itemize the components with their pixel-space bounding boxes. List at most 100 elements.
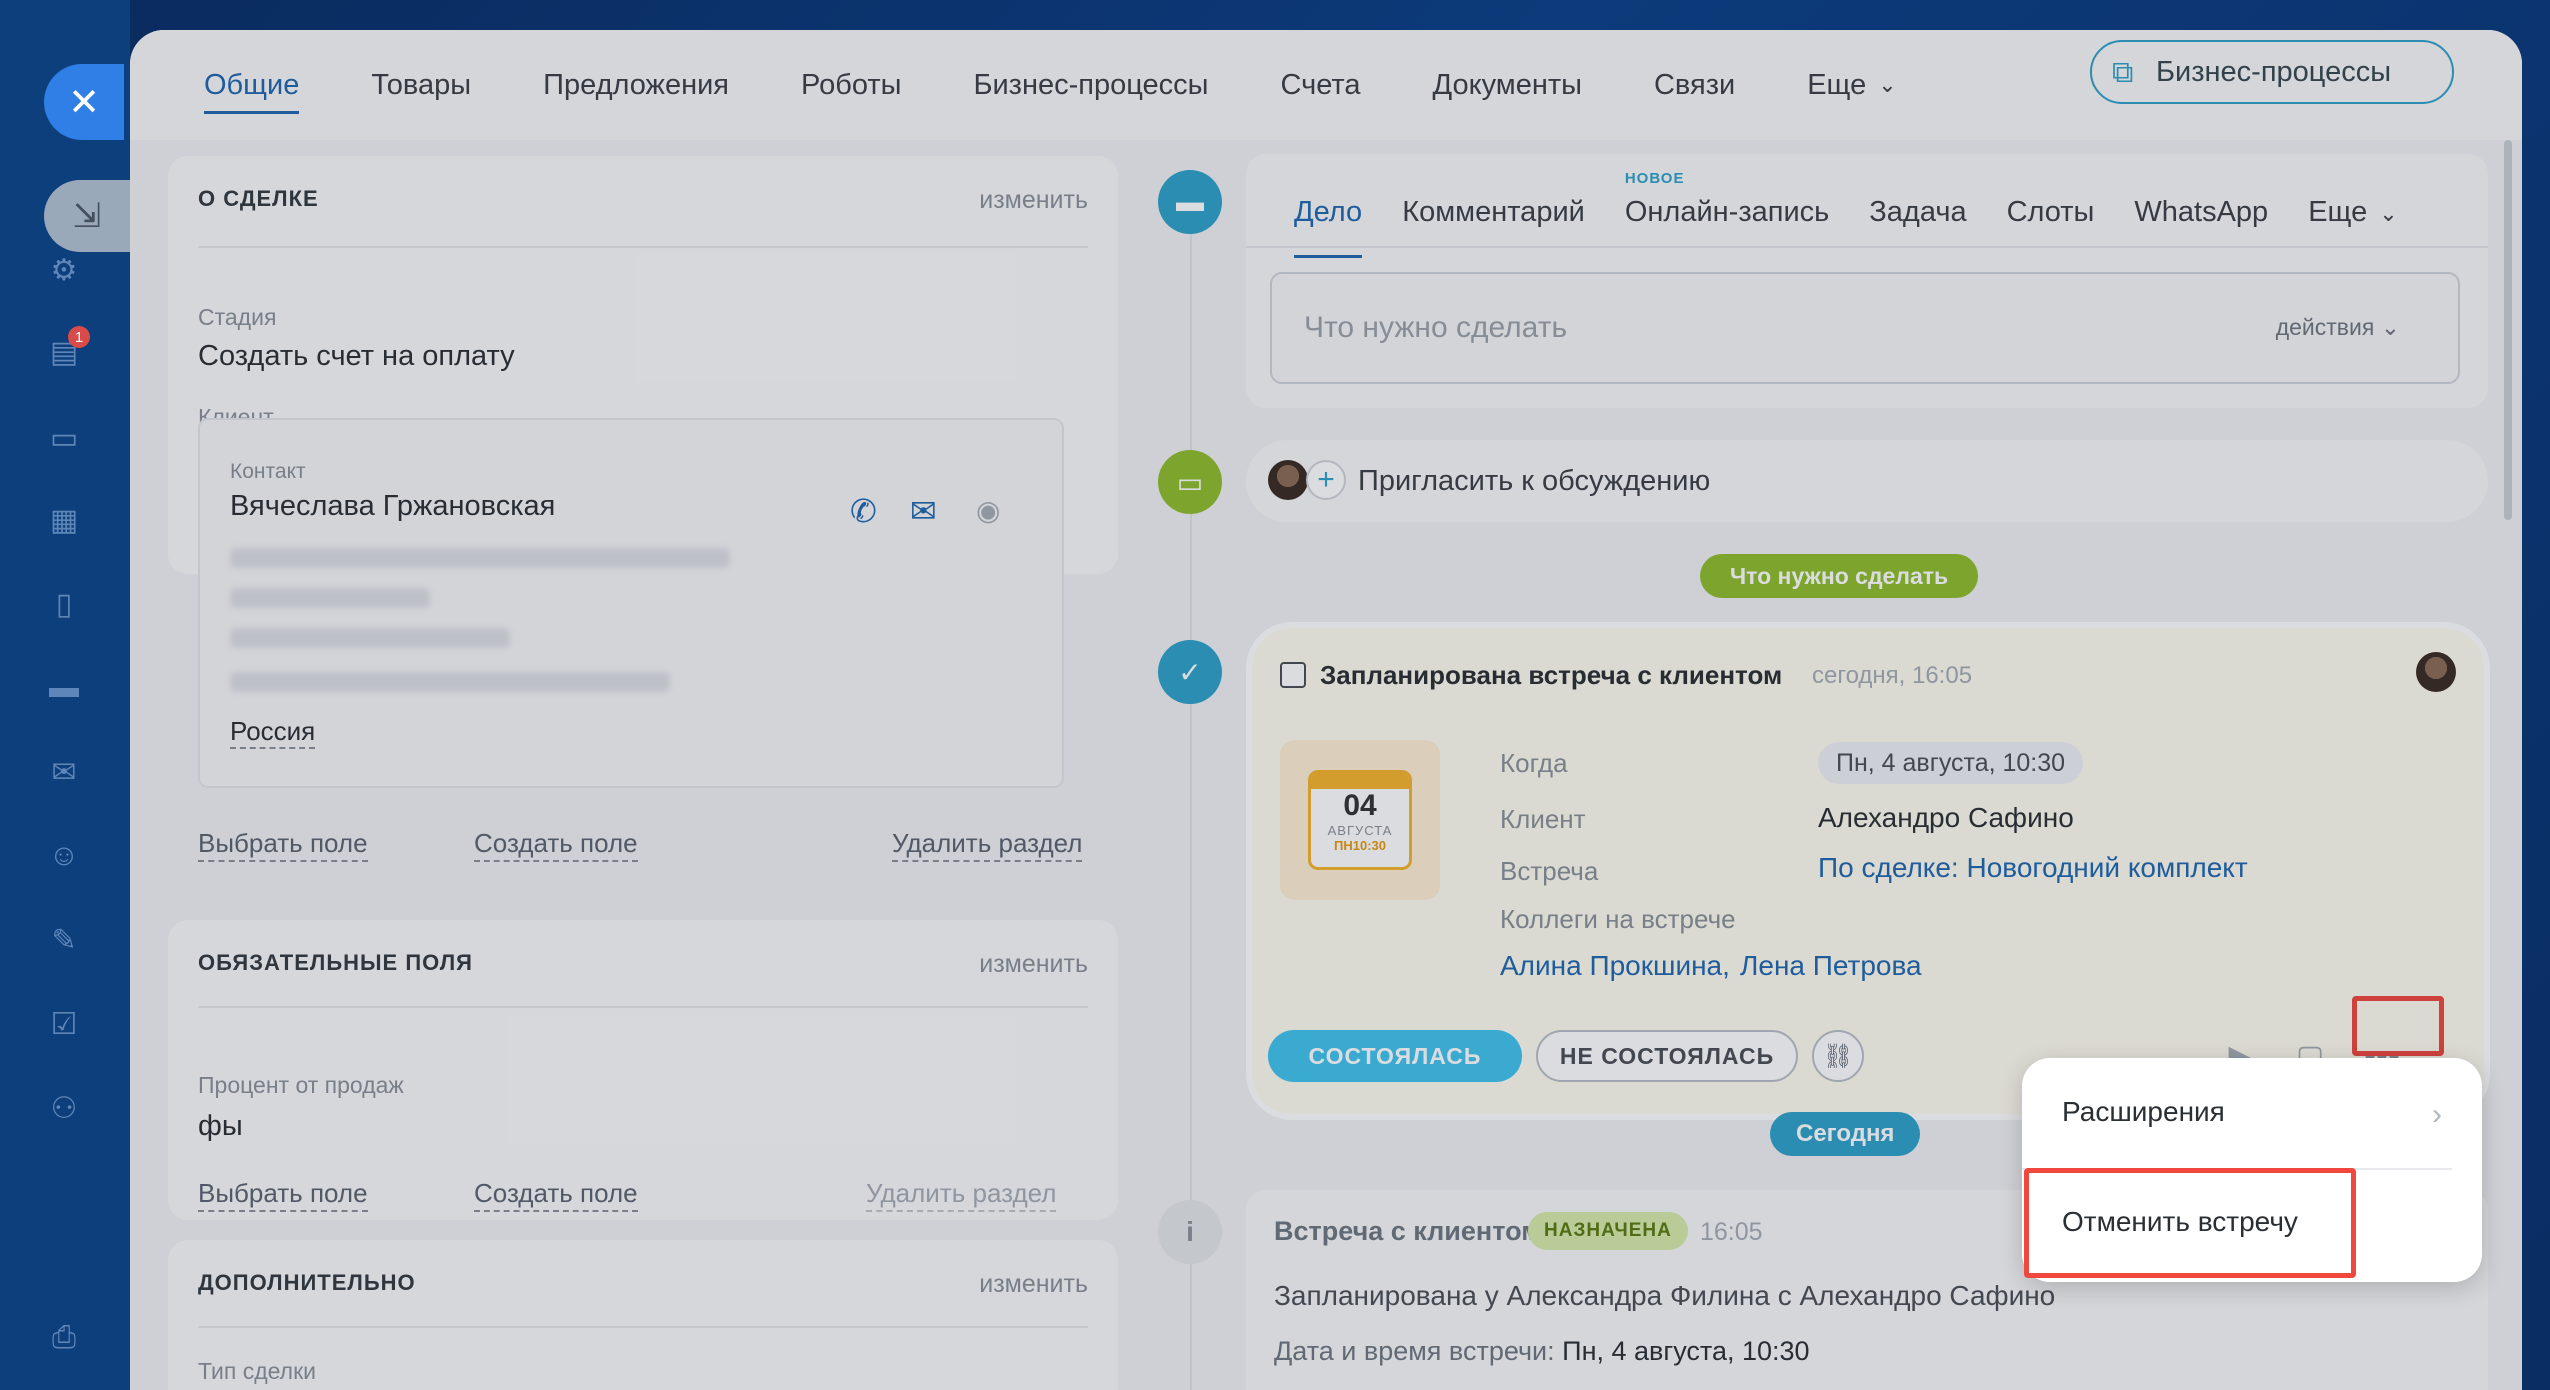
tab-online-booking[interactable]: НОВОЕ Онлайн-запись: [1624, 170, 1830, 258]
phone-icon[interactable]: ✆: [850, 492, 877, 530]
print-icon[interactable]: ⎙: [44, 1318, 84, 1358]
tab-more[interactable]: Еще ⌄: [1807, 30, 1896, 140]
message-icon[interactable]: ◉: [976, 494, 1000, 527]
address-line-blurred: [230, 672, 670, 692]
calendar-icon: 04 АВГУСТА ПН10:30: [1280, 740, 1440, 900]
tab-whatsapp[interactable]: WhatsApp: [2134, 196, 2268, 258]
address-label-blurred: [230, 588, 430, 608]
card-title: ДОПОЛНИТЕЛЬНО: [198, 1270, 416, 1295]
calendar-sheet: 04 АВГУСТА ПН10:30: [1308, 770, 1412, 870]
history-time: 16:05: [1700, 1218, 1763, 1246]
delete-section-link[interactable]: Удалить раздел: [866, 1178, 1057, 1212]
contact-details-blurred: [230, 548, 730, 568]
top-navigation: Общие Товары Предложения Роботы Бизнес-п…: [130, 30, 2522, 140]
tab-robots[interactable]: Роботы: [801, 30, 901, 140]
mail-icon[interactable]: ✉: [44, 752, 84, 792]
history-text: Запланирована у Александра Филина с Алех…: [1274, 1280, 2056, 1311]
meeting-not-done-button[interactable]: НЕ СОСТОЯЛАСЬ: [1536, 1030, 1798, 1082]
select-field-link[interactable]: Выбрать поле: [198, 1178, 368, 1212]
checklist-icon[interactable]: ☑: [44, 1004, 84, 1044]
delete-section-link[interactable]: Удалить раздел: [892, 828, 1083, 862]
invite-to-discussion[interactable]: + Пригласить к обсуждению: [1246, 440, 2488, 522]
calendar-day: 04: [1343, 789, 1377, 822]
meeting-deal-link[interactable]: По сделке: Новогодний комплект: [1818, 852, 2248, 884]
edit-link[interactable]: изменить: [979, 950, 1088, 979]
tab-more-label: Еще: [2308, 196, 2368, 228]
edit-link[interactable]: изменить: [979, 186, 1088, 215]
tab-documents[interactable]: Документы: [1432, 30, 1582, 140]
edit-link[interactable]: изменить: [979, 1270, 1088, 1299]
meeting-card: Запланирована встреча с клиентом сегодня…: [1252, 628, 2484, 1114]
stage-value[interactable]: Создать счет на оплату: [198, 340, 515, 373]
sign-icon[interactable]: ✎: [44, 920, 84, 960]
robot-icon[interactable]: ⚇: [44, 1088, 84, 1128]
todo-placeholder: Что нужно сделать: [1304, 311, 1568, 344]
comment-icon: ▬: [1158, 170, 1222, 234]
plus-icon[interactable]: +: [1306, 460, 1346, 500]
more-button-highlight: [2352, 996, 2444, 1056]
status-badge: НАЗНАЧЕНА: [1528, 1212, 1688, 1250]
tab-links[interactable]: Связи: [1654, 30, 1735, 140]
history-title[interactable]: Встреча с клиентом: [1274, 1216, 1541, 1247]
colleague-link[interactable]: Алина Прокшина,: [1500, 950, 1730, 982]
actions-dropdown[interactable]: действия ⌄: [2276, 314, 2400, 341]
flowchart-icon: ⧉: [2112, 56, 2134, 89]
collapse-icon[interactable]: ⇲: [44, 180, 130, 252]
card-title: О СДЕЛКЕ: [198, 186, 319, 211]
create-field-link[interactable]: Создать поле: [474, 1178, 638, 1212]
activity-composer: Дело Комментарий НОВОЕ Онлайн-запись Зада…: [1246, 154, 2488, 408]
percent-value[interactable]: фы: [198, 1110, 243, 1143]
card-title: ОБЯЗАТЕЛЬНЫЕ ПОЛЯ: [198, 950, 473, 975]
calendar-icon[interactable]: ▦: [44, 500, 84, 540]
contacts-icon[interactable]: ☺: [44, 836, 84, 876]
calendar-weekday-time: ПН10:30: [1311, 838, 1409, 853]
contact-name[interactable]: Вячеслава Гржановская: [230, 490, 555, 523]
chat-icon[interactable]: ▭: [44, 418, 84, 458]
chevron-down-icon: ⌄: [2379, 201, 2398, 226]
crm-icon[interactable]: ▬: [44, 668, 84, 708]
cancel-meeting-highlight: [2024, 1168, 2356, 1278]
country: Россия: [230, 716, 316, 749]
tasks-icon[interactable]: ⚙: [44, 250, 84, 290]
menu-item-extensions[interactable]: Расширения: [2062, 1096, 2225, 1128]
tab-deal[interactable]: Дело: [1294, 196, 1363, 258]
tab-products[interactable]: Товары: [371, 30, 471, 140]
divider: [1246, 246, 2488, 248]
tab-business-processes[interactable]: Бизнес-процессы: [973, 30, 1208, 140]
todo-input[interactable]: Что нужно сделать действия ⌄: [1270, 272, 2460, 384]
meeting-done-button[interactable]: СОСТОЯЛАСЬ: [1268, 1030, 1522, 1082]
colleague-link[interactable]: Лена Петрова: [1740, 950, 1922, 982]
tab-more[interactable]: Еще ⌄: [2308, 196, 2397, 258]
tab-slots[interactable]: Слоты: [2007, 196, 2095, 258]
tab-general[interactable]: Общие: [204, 30, 300, 140]
select-field-link[interactable]: Выбрать поле: [198, 828, 368, 862]
calendar-time: 10:30: [1352, 838, 1386, 853]
chevron-down-icon: ⌄: [2380, 314, 2400, 340]
divider: [198, 246, 1088, 248]
email-icon[interactable]: ✉: [910, 492, 937, 530]
meeting-title[interactable]: Запланирована встреча с клиентом: [1320, 660, 1782, 691]
contact-label: Контакт: [230, 460, 306, 483]
chevron-down-icon: ⌄: [1878, 72, 1897, 97]
tab-offers[interactable]: Предложения: [543, 30, 729, 140]
additional-card: ДОПОЛНИТЕЛЬНО изменить Тип сделки: [168, 1240, 1118, 1390]
complete-checkbox[interactable]: [1280, 662, 1306, 688]
tab-invoices[interactable]: Счета: [1281, 30, 1361, 140]
tab-more-label: Еще: [1807, 68, 1867, 101]
percent-label: Процент от продаж: [198, 1072, 404, 1098]
check-icon: ✓: [1158, 640, 1222, 704]
close-icon[interactable]: ✕: [44, 64, 124, 140]
tab-comment[interactable]: Комментарий: [1402, 196, 1585, 258]
file-icon[interactable]: ▯: [44, 584, 84, 624]
business-processes-button[interactable]: ⧉ Бизнес-процессы: [2090, 40, 2454, 104]
tab-online-booking-label: Онлайн-запись: [1624, 196, 1830, 228]
datetime-label: Дата и время встречи:: [1274, 1336, 1555, 1366]
when-value[interactable]: Пн, 4 августа, 10:30: [1818, 742, 2084, 784]
link-icon[interactable]: ⛓: [1812, 1030, 1864, 1082]
tab-task[interactable]: Задача: [1869, 196, 1966, 258]
address-line-blurred: [230, 628, 510, 648]
create-field-link[interactable]: Создать поле: [474, 828, 638, 862]
when-label: Когда: [1500, 748, 1568, 778]
divider: [198, 1326, 1088, 1328]
scrollbar[interactable]: [2504, 140, 2512, 520]
